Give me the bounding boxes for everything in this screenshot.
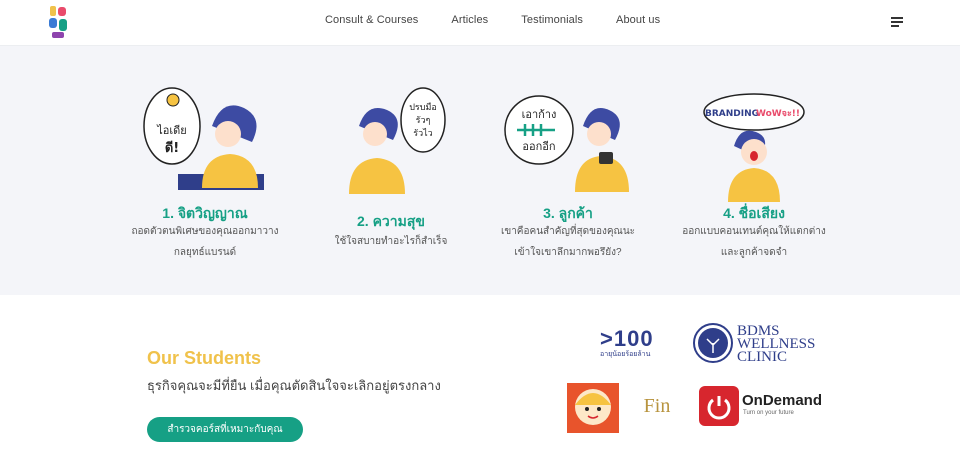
explore-courses-button[interactable]: สำรวจคอร์สที่เหมาะกับคุณ — [147, 417, 303, 442]
students-title: Our Students — [147, 348, 262, 368]
value-desc-line-1: ถอดตัวตนพิเศษของคุณออกมาวาง — [131, 226, 279, 237]
value-card-customer: เอาก้าง ออกอีก 3. ลูกค้า เขาคือคนสำคัญที… — [478, 46, 658, 258]
bubble-text-3: รัวไว — [413, 128, 432, 139]
bubble-text-2: WoWจะ!! — [756, 109, 800, 119]
bubble-text-1: เอาก้าง — [522, 108, 557, 121]
nav-about-us[interactable]: About us — [616, 14, 660, 26]
partner-logo-cartoon — [567, 383, 619, 433]
value-desc-line-2: และลูกค้าจดจำ — [720, 247, 788, 258]
bubble-text-2: ออกอีก — [522, 140, 555, 153]
idea-illustration: ไอเดีย ดี! — [143, 87, 264, 190]
partner-logo-fin: Fin — [642, 391, 672, 427]
bubble-text-2: ดี! — [165, 140, 179, 156]
nav-articles[interactable]: Articles — [451, 14, 488, 26]
brand-logo[interactable] — [47, 4, 71, 42]
fin-text: Fin — [643, 395, 671, 417]
partner-logo-ondemand: OnDemand Turn on your future — [699, 386, 831, 426]
ondemand-tagline: Turn on your future — [743, 410, 794, 416]
tree-emblem-icon — [693, 323, 733, 363]
value-card-happiness: ปรบมือ รัวๆ รัวไว 2. ความสุข ใช้ใจสบายทำ… — [301, 46, 481, 247]
value-desc-line-2: เข้าใจเขาลึกมากพอรึยัง? — [514, 247, 622, 258]
partner-logo-partial — [722, 451, 746, 455]
hamburger-icon[interactable] — [891, 17, 903, 27]
value-desc-line-2: กลยุทธ์แบรนด์ — [173, 247, 237, 258]
students-subtitle: ธุรกิจคุณจะมีที่ยืน เมื่อคุณตัดสินใจจะเล… — [147, 378, 441, 393]
top-navbar: Consult & Courses Articles Testimonials … — [0, 0, 960, 46]
fishbone-illustration: เอาก้าง ออกอีก — [504, 95, 629, 192]
logo-100-sub: อายุน้อยร้อยล้าน — [600, 351, 651, 358]
bubble-text-1: ไอเดีย — [156, 124, 187, 137]
value-card-reputation: BRANDING WoWจะ!! 4. ชื่อเสียง ออกแบบคอนเ… — [664, 46, 844, 258]
bubble-text-1: BRANDING — [705, 109, 759, 119]
bubble-text-2: รัวๆ — [416, 116, 431, 126]
value-card-spirit: ไอเดีย ดี! 1. จิตวิญญาณ ถอดตัวตนพิเศษของ… — [115, 46, 295, 258]
partner-logo-bdms: BDMS WELLNESS CLINIC — [693, 323, 815, 367]
power-icon — [699, 386, 739, 426]
partner-logo-100: >100 อายุน้อยร้อยล้าน — [600, 328, 664, 362]
bdms-line-3: CLINIC — [737, 349, 787, 365]
nav-consult-courses[interactable]: Consult & Courses — [325, 14, 418, 26]
logo-100-mark: >100 — [600, 326, 654, 351]
value-desc-line-1: เขาคือคนสำคัญที่สุดของคุณนะ — [500, 226, 636, 237]
students-section: Our Students ธุรกิจคุณจะมีที่ยืน เมื่อคุ… — [0, 295, 960, 457]
bubble-text-1: ปรบมือ — [409, 102, 437, 113]
main-menu: Consult & Courses Articles Testimonials … — [325, 14, 660, 26]
branding-wow-illustration: BRANDING WoWจะ!! — [703, 93, 805, 202]
applause-illustration: ปรบมือ รัวๆ รัวไว — [349, 87, 446, 194]
ondemand-name: OnDemand — [742, 392, 823, 409]
values-section: ไอเดีย ดี! 1. จิตวิญญาณ ถอดตัวตนพิเศษของ… — [0, 46, 960, 295]
value-desc-line-1: ใช้ใจสบายทำอะไรก็สำเร็จ — [334, 236, 448, 247]
value-title: 2. ความสุข — [357, 213, 425, 229]
value-desc-line-1: ออกแบบคอนเทนต์คุณให้แตกต่าง — [682, 226, 826, 237]
nav-testimonials[interactable]: Testimonials — [521, 14, 583, 26]
cartoon-face-icon — [575, 389, 611, 425]
